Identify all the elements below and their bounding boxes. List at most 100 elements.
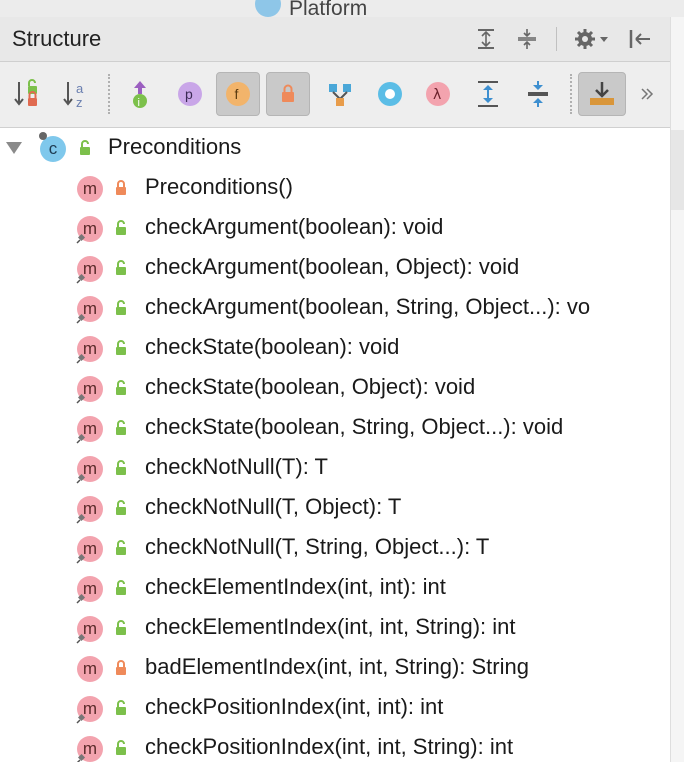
panel-title: Structure: [12, 26, 102, 51]
tree-member-label: checkPositionIndex(int, int): int: [145, 694, 444, 719]
tree-member-label: checkState(boolean, Object): void: [145, 374, 476, 399]
static-mark-icon: [76, 754, 86, 762]
tree-member-row[interactable]: m checkElementIndex(int, int, String): in…: [0, 608, 670, 648]
tree-member-row[interactable]: m Preconditions(): [0, 168, 670, 208]
static-mark-icon: [76, 634, 86, 644]
tree-member-row[interactable]: m checkNotNull(T, Object): T: [0, 488, 670, 528]
tree-member-row[interactable]: m checkState(boolean): void: [0, 328, 670, 368]
method-icon: m: [76, 416, 103, 444]
method-icon: m: [77, 176, 103, 202]
method-icon: m: [76, 456, 103, 484]
method-icon: m: [76, 536, 103, 564]
anonymous-icon[interactable]: [368, 72, 412, 116]
svg-text:f: f: [235, 86, 239, 102]
public-lock-icon: [116, 420, 126, 435]
method-icon: m: [76, 616, 103, 644]
hide-panel-icon[interactable]: [626, 25, 654, 53]
static-mark-icon: [76, 434, 86, 444]
expand-icon[interactable]: [466, 72, 510, 116]
tree-member-row[interactable]: m checkElementIndex(int, int): int: [0, 568, 670, 608]
static-mark-icon: [39, 132, 47, 140]
sort-alpha-icon[interactable]: az: [55, 72, 99, 116]
sort-visibility-icon[interactable]: [5, 72, 49, 116]
properties-icon[interactable]: p: [168, 72, 212, 116]
svg-text:z: z: [76, 95, 83, 110]
tree-member-label: badElementIndex(int, int, String): Strin…: [145, 654, 529, 679]
public-lock-icon: [116, 540, 126, 555]
tree-member-label: checkElementIndex(int, int): int: [145, 574, 446, 599]
tree-member-row[interactable]: m checkNotNull(T, String, Object...): T: [0, 528, 670, 568]
more-icon[interactable]: [632, 72, 662, 116]
collapse-all-icon[interactable]: [513, 25, 541, 53]
public-lock-icon: [116, 700, 126, 715]
method-icon: m: [76, 376, 103, 404]
fields-icon[interactable]: f: [216, 72, 260, 116]
static-mark-icon: [76, 594, 86, 604]
method-icon: m: [76, 296, 103, 324]
method-icon: m: [76, 736, 103, 762]
public-lock-icon: [116, 340, 126, 355]
private-lock-icon: [116, 180, 126, 195]
autoscroll-icon[interactable]: [578, 72, 626, 116]
method-icon: m: [76, 336, 103, 364]
public-lock-icon: [116, 300, 126, 315]
tree-root[interactable]: c Preconditions: [0, 128, 670, 168]
tree-member-label: Preconditions(): [145, 174, 293, 199]
lambda-icon[interactable]: λ: [416, 72, 460, 116]
public-lock-icon: [116, 380, 126, 395]
svg-text:λ: λ: [433, 87, 441, 103]
tree-member-row[interactable]: m checkNotNull(T): T: [0, 448, 670, 488]
tree-member-label: checkState(boolean, String, Object...): …: [145, 414, 564, 439]
tree-member-label: checkArgument(boolean): void: [145, 214, 444, 239]
tree-member-row[interactable]: m checkState(boolean, Object): void: [0, 368, 670, 408]
expand-toggle-icon[interactable]: [6, 142, 22, 154]
collapse-icon[interactable]: [516, 72, 560, 116]
tree-member-label: checkArgument(boolean, Object): void: [145, 254, 520, 279]
toolbar-separator: [570, 74, 572, 114]
tree-member-row[interactable]: m badElementIndex(int, int, String): Stri…: [0, 648, 670, 688]
expand-all-icon[interactable]: [472, 25, 500, 53]
tree-member-label: checkNotNull(T): T: [145, 454, 328, 479]
svg-text:i: i: [138, 97, 140, 109]
tree-root-label: Preconditions: [108, 134, 242, 159]
tree-member-label: checkState(boolean): void: [145, 334, 400, 359]
editor-tab[interactable]: Platform: [255, 0, 367, 17]
public-lock-icon: [116, 220, 126, 235]
tree-member-row[interactable]: m checkArgument(boolean, String, Object..…: [0, 288, 670, 328]
hierarchy-icon[interactable]: [318, 72, 362, 116]
method-icon: m: [76, 496, 103, 524]
inherited-icon[interactable]: i: [118, 72, 162, 116]
public-lock-icon: [116, 460, 126, 475]
public-lock-icon: [116, 740, 126, 755]
method-icon: m: [76, 256, 103, 284]
tree-member-row[interactable]: m checkPositionIndex(int, int, String): i…: [0, 728, 670, 762]
tree-member-row[interactable]: m checkArgument(boolean, Object): void: [0, 248, 670, 288]
static-mark-icon: [76, 714, 86, 724]
tree-member-label: checkElementIndex(int, int, String): int: [145, 614, 516, 639]
method-icon: m: [76, 216, 103, 244]
static-mark-icon: [76, 354, 86, 364]
tree-member-row[interactable]: m checkState(boolean, String, Object...):…: [0, 408, 670, 448]
vertical-scrollbar[interactable]: [670, 17, 684, 762]
svg-text:p: p: [185, 86, 193, 102]
scrollbar-thumb[interactable]: [671, 130, 684, 210]
gear-icon[interactable]: [572, 25, 612, 53]
static-mark-icon: [76, 274, 86, 284]
public-lock-icon: [116, 620, 126, 635]
tree-member-label: checkPositionIndex(int, int, String): in…: [145, 734, 514, 759]
public-lock-icon: [116, 260, 126, 275]
tree-member-row[interactable]: m checkPositionIndex(int, int): int: [0, 688, 670, 728]
static-mark-icon: [76, 314, 86, 324]
non-public-icon[interactable]: [266, 72, 310, 116]
class-icon: c: [39, 132, 66, 162]
panel-titlebar: Structure: [0, 17, 670, 62]
structure-toolbar: az i p f λ: [0, 62, 670, 128]
method-icon: m: [76, 696, 103, 724]
public-lock-icon: [116, 500, 126, 515]
editor-tab-strip: Platform: [0, 0, 684, 17]
method-icon: m: [76, 576, 103, 604]
toolbar-separator: [108, 74, 110, 114]
tree-member-row[interactable]: m checkArgument(boolean): void: [0, 208, 670, 248]
private-lock-icon: [116, 660, 126, 675]
tree-member-label: checkNotNull(T, Object): T: [145, 494, 402, 519]
